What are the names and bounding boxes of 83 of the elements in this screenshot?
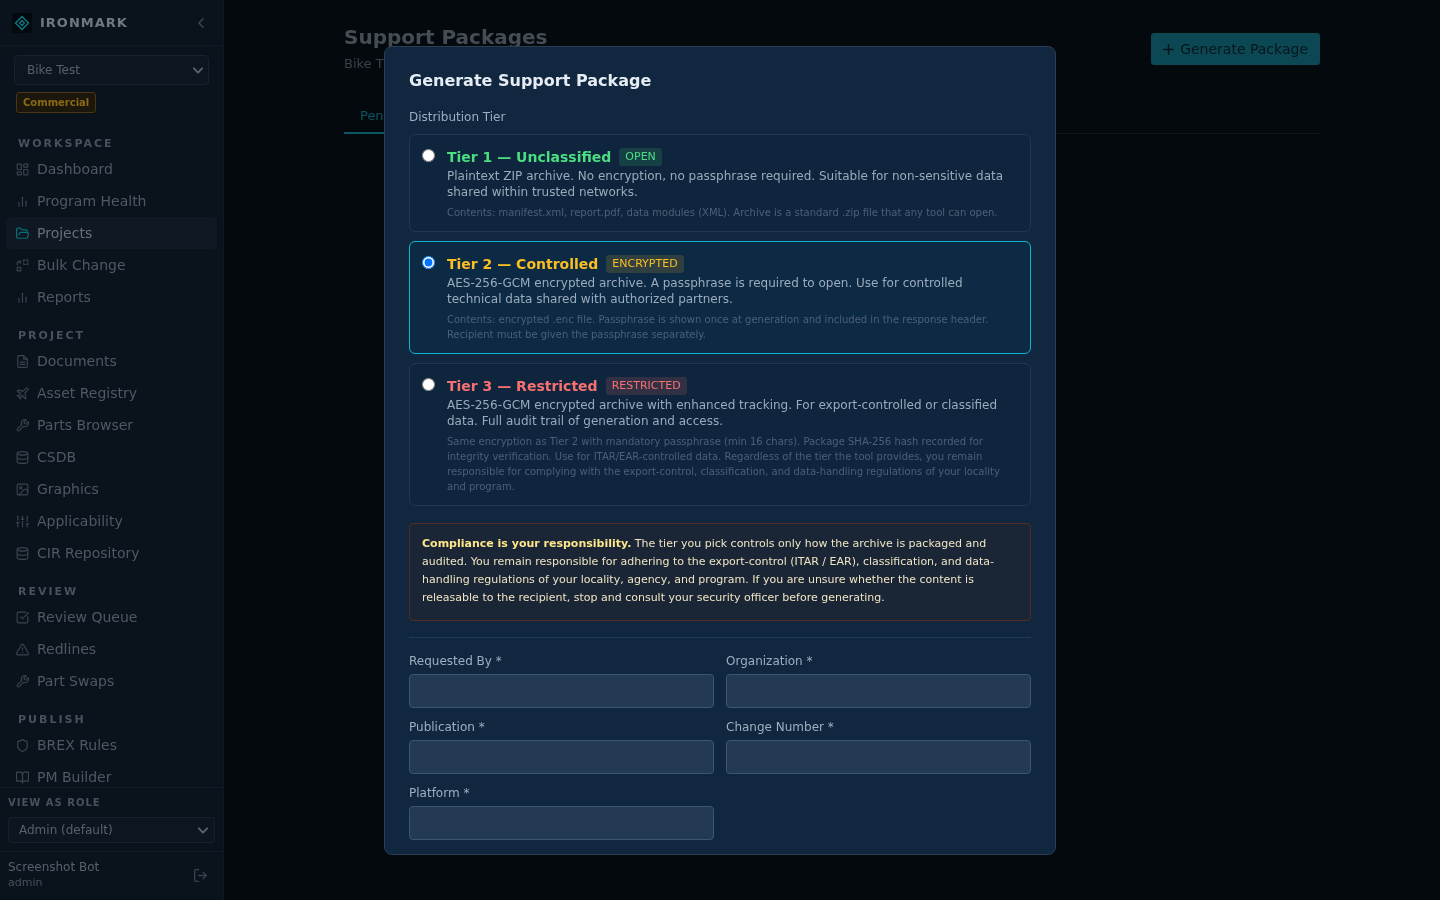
chevron-left-icon: [198, 17, 204, 28]
dialog-title: Generate Support Package: [409, 71, 652, 91]
image-icon: [16, 482, 29, 496]
sidebar-nav-item[interactable]: Part Swaps: [6, 665, 217, 697]
logo-icon: [12, 12, 32, 33]
sidebar-nav-item[interactable]: Projects: [6, 217, 217, 249]
tier-title: Tier 1 — Unclassified: [447, 148, 612, 167]
page-title: Support Packages: [344, 28, 548, 46]
tier-badge: RESTRICTED: [605, 377, 687, 395]
warning-icon: [16, 642, 29, 656]
user-role: admin: [8, 875, 43, 891]
text-input[interactable]: [726, 674, 1031, 708]
dashed-squares-icon: [16, 258, 29, 272]
tier-description: Plaintext ZIP archive. No encryption, no passphrase required. Suitable for non-sensitive data shared within trusted networks.: [447, 168, 1005, 200]
field-label: Platform *: [409, 785, 470, 801]
checkbox-icon: [16, 610, 29, 624]
text-input[interactable]: [409, 806, 714, 840]
tier-title: Tier 2 — Controlled: [447, 255, 599, 274]
sidebar-nav-item[interactable]: Parts Browser: [6, 409, 217, 441]
sidebar-nav-item[interactable]: Review Queue: [6, 601, 217, 633]
tier-option-card[interactable]: [409, 241, 1031, 354]
field-label: Change Number *: [726, 719, 834, 735]
tier-description: AES-256-GCM encrypted archive. A passphrase is required to open. Use for controlled technical data shared with authorized partners.: [447, 275, 964, 307]
airplane-icon: [16, 386, 29, 400]
folder-icon: [16, 226, 29, 240]
sidebar-nav-item[interactable]: BREX Rules: [6, 729, 217, 761]
nav-section-title: REVIEW: [18, 585, 79, 598]
role-section-title: VIEW AS ROLE: [8, 797, 101, 809]
logout-icon: [194, 868, 207, 882]
tier-badge: ENCRYPTED: [606, 255, 684, 273]
bar-chart-icon: [16, 290, 29, 304]
sidebar-nav-item[interactable]: CSDB: [6, 441, 217, 473]
sidebar-nav-item[interactable]: Program Health: [6, 185, 217, 217]
field-label: Publication *: [409, 719, 485, 735]
sidebar-nav-item[interactable]: Reports: [6, 281, 217, 313]
sidebar-nav-item[interactable]: CIR Repository: [6, 537, 217, 569]
book-icon: [16, 770, 29, 784]
brand-name: IRONMARK: [40, 15, 128, 30]
tier-badge: OPEN: [619, 148, 662, 166]
document-icon: [16, 354, 29, 368]
page-subtitle: Bike T: [344, 56, 384, 72]
wrench-icon: [16, 418, 29, 432]
database-icon: [16, 546, 29, 560]
text-input[interactable]: [726, 740, 1031, 774]
database-icon: [16, 450, 29, 464]
field-label: Organization *: [726, 653, 813, 669]
sidebar-nav-item[interactable]: Redlines: [6, 633, 217, 665]
project-select[interactable]: Bike Test: [14, 55, 209, 85]
sidebar-nav-item[interactable]: Bulk Change: [6, 249, 217, 281]
text-input[interactable]: [409, 740, 714, 774]
radio-button[interactable]: [422, 149, 435, 162]
sidebar-nav-item[interactable]: Applicability: [6, 505, 217, 537]
logout-button[interactable]: [194, 868, 207, 882]
sliders-icon: [16, 514, 29, 528]
chevron-down-icon: [198, 826, 208, 834]
collapse-sidebar-button[interactable]: [198, 17, 204, 28]
sidebar-nav-item[interactable]: Graphics: [6, 473, 217, 505]
compliance-notice: Compliance is your responsibility. The tier you pick controls only how the archive is packaged and audited. You remain responsible for adhering to the export-control (ITAR / EAR), classification, and data-handling regulations of your locality, agency, and program. If you are unsure whether the content is releasable to the recipient, stop and consult your security officer before generating.: [409, 523, 1031, 621]
grid-icon: [16, 162, 29, 176]
tier-description: AES-256-GCM encrypted archive with enhanced tracking. For export-controlled or classified data. Full audit trail of generation and access.: [447, 397, 999, 429]
shield-icon: [16, 738, 29, 752]
user-name: Screenshot Bot: [8, 859, 100, 875]
nav-section-title: WORKSPACE: [18, 137, 114, 150]
radio-button[interactable]: [422, 378, 435, 391]
field-group-label: Distribution Tier: [409, 109, 506, 125]
sidebar-nav-item[interactable]: PM Builder: [6, 761, 217, 787]
radio-button[interactable]: [422, 256, 435, 269]
field-label: Requested By *: [409, 653, 502, 669]
program-badge: Commercial: [16, 92, 97, 113]
bar-chart-icon: [16, 194, 29, 208]
sidebar-nav-item[interactable]: Documents: [6, 345, 217, 377]
tier-option-card[interactable]: [409, 134, 1031, 232]
role-select[interactable]: Admin (default): [8, 817, 215, 843]
chevron-down-icon: [193, 66, 203, 74]
nav-section-title: PUBLISH: [18, 713, 86, 726]
tier-title: Tier 3 — Restricted: [447, 377, 598, 396]
tier-option-card[interactable]: [409, 363, 1031, 506]
wrench-icon: [16, 674, 29, 688]
sidebar-nav-item[interactable]: Dashboard: [6, 153, 217, 185]
nav-section-title: PROJECT: [18, 329, 86, 342]
text-input[interactable]: [409, 674, 714, 708]
sidebar-nav-item[interactable]: Asset Registry: [6, 377, 217, 409]
plus-icon: [1163, 43, 1175, 55]
